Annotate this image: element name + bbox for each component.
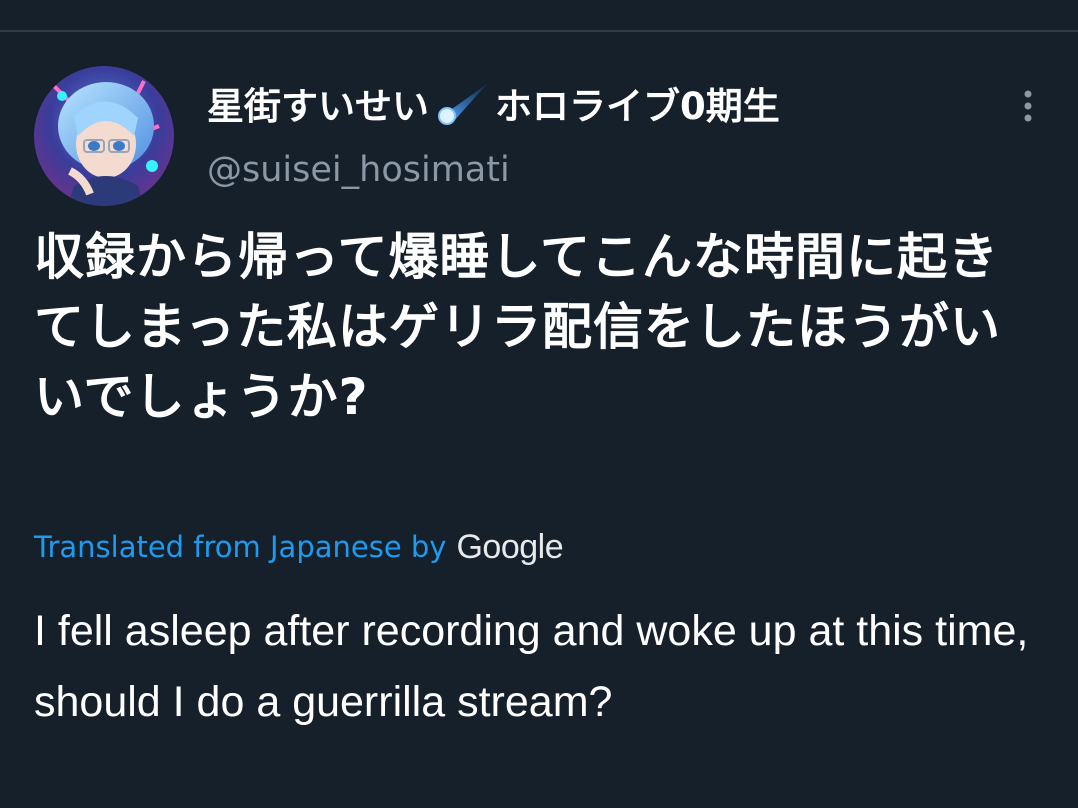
user-handle[interactable]: @suisei_hosimati (207, 146, 510, 194)
translation-text: I fell asleep after recording and woke u… (34, 607, 1029, 726)
more-options-button[interactable] (1008, 86, 1048, 126)
translation-attribution: Translated from Japanese by Google (34, 524, 564, 570)
tweet-text: 収録から帰って爆睡してこんな時間に起きてしまった私はゲリラ配信をしたほうがいいで… (34, 228, 1001, 426)
translated-from-link[interactable]: Translated from Japanese by (34, 530, 446, 564)
display-name-suffix: ホロライブ0期生 (495, 85, 780, 128)
avatar-image (34, 66, 174, 206)
comet-icon (431, 80, 493, 126)
more-options-icon (1024, 90, 1032, 122)
display-name[interactable]: 星街すいせい ホロライブ0期生 (207, 78, 780, 128)
avatar[interactable] (34, 66, 174, 206)
display-name-prefix: 星街すいせい (207, 85, 429, 128)
top-divider (0, 30, 1078, 32)
google-logo: Google (456, 527, 564, 566)
